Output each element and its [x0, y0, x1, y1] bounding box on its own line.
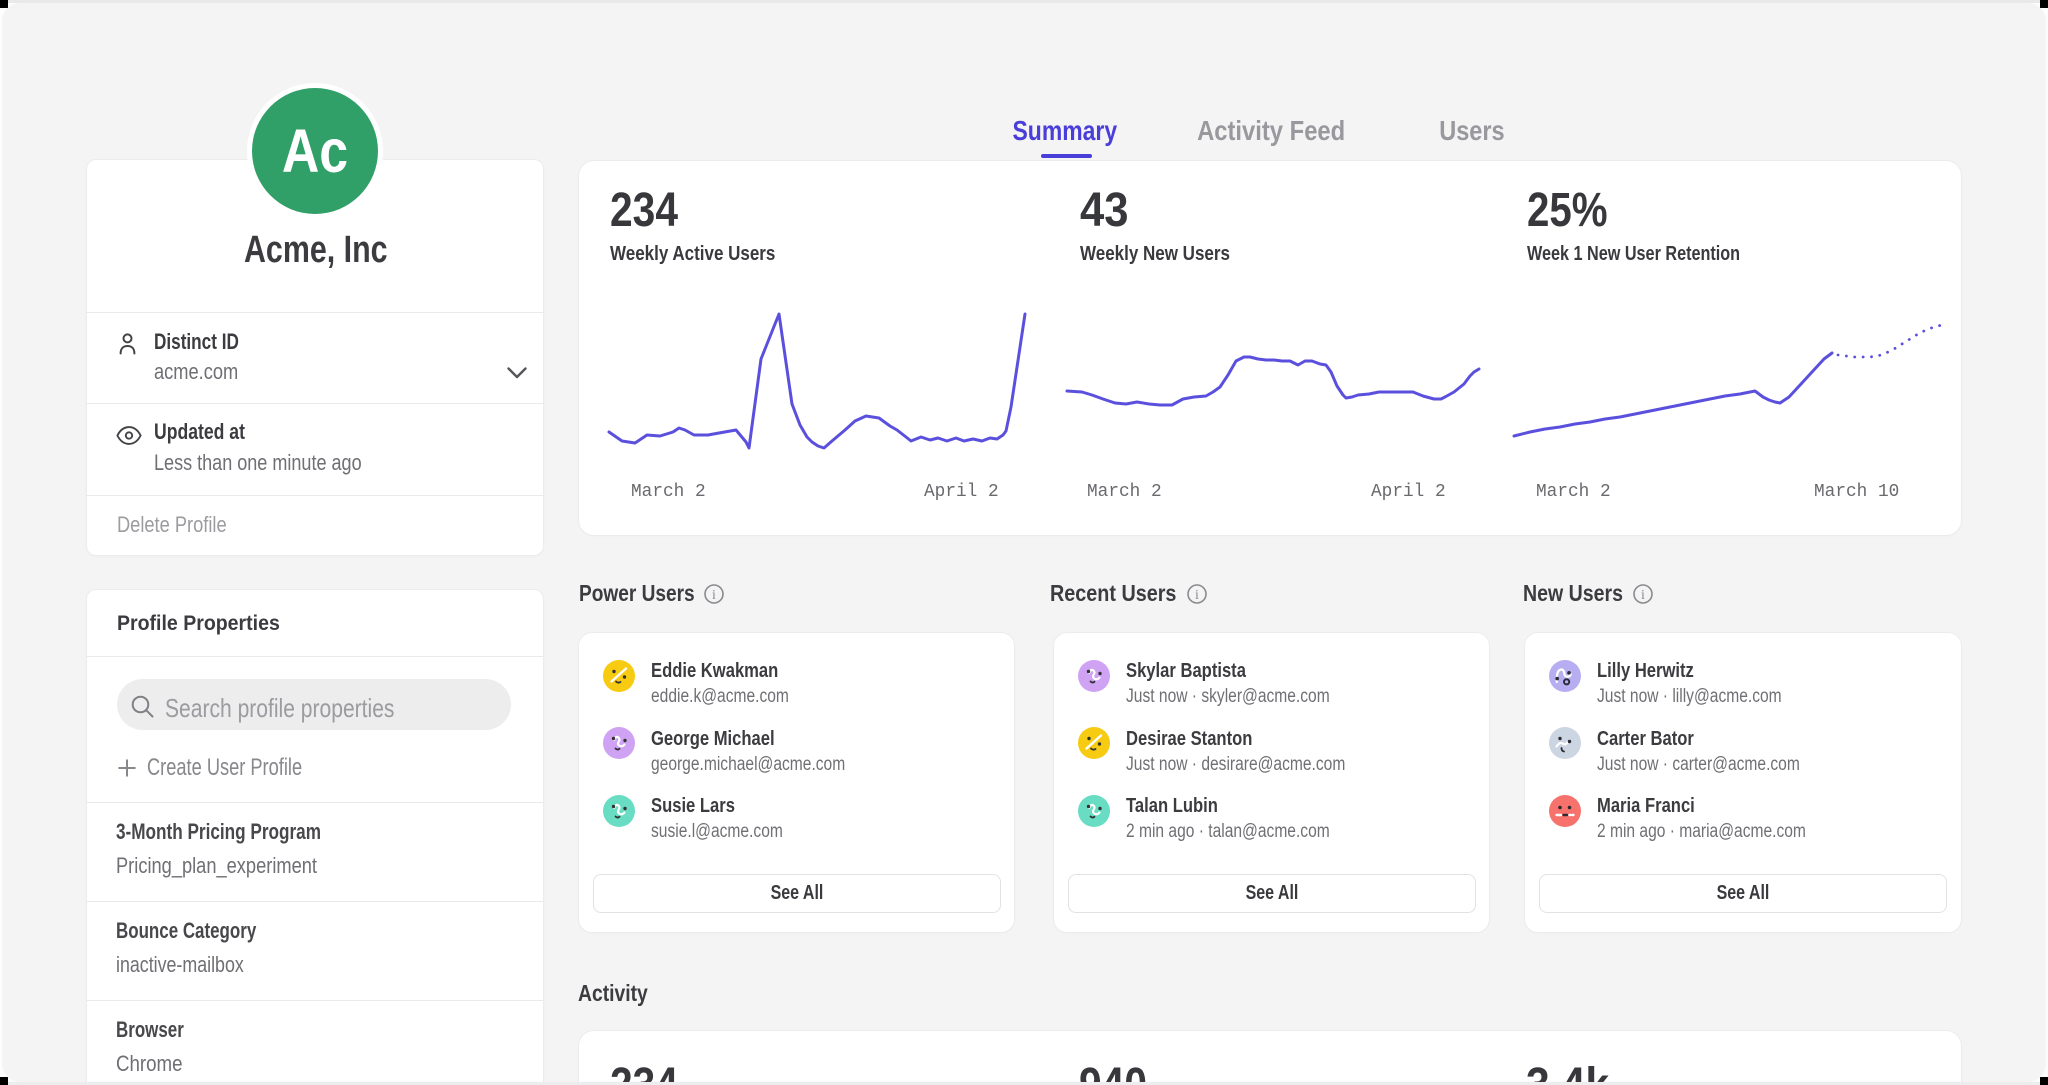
svg-text:i: i: [1641, 588, 1645, 603]
svg-text:i: i: [1195, 588, 1199, 603]
svg-text:i: i: [712, 588, 716, 603]
